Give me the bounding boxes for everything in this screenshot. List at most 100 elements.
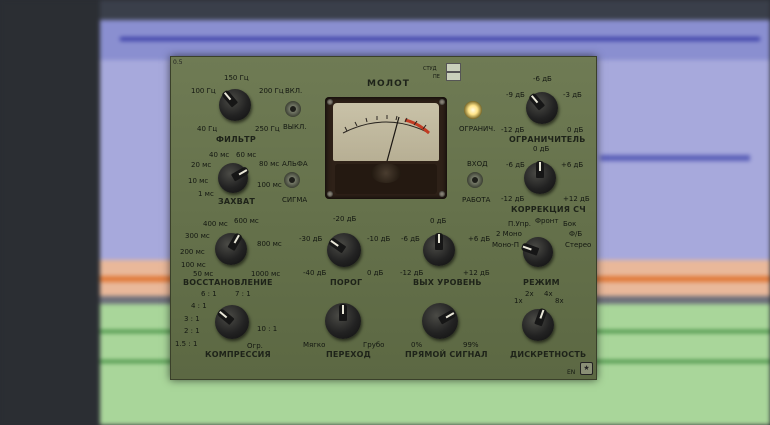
- output-tick: +6 дБ: [468, 235, 491, 243]
- dry-mix-knob[interactable]: [422, 303, 458, 339]
- oversampling-knob[interactable]: [522, 307, 554, 341]
- oversample-tick: 4х: [544, 290, 553, 298]
- threshold-tick: 0 дБ: [367, 269, 384, 277]
- attack-tick: 60 мс: [236, 151, 257, 159]
- low-corr-tick: -12 дБ: [501, 195, 525, 203]
- ratio-tick: 4 : 1: [191, 302, 207, 310]
- oversampling-title: ДИСКРЕТНОСТЬ: [510, 350, 587, 359]
- filter-tick: 40 Гц: [197, 125, 218, 133]
- ratio-title: КОМПРЕССИЯ: [205, 350, 271, 359]
- mode-tick: 2 Моно: [496, 230, 522, 238]
- transition-tick: Мягко: [303, 341, 326, 349]
- low-corr-tick: -6 дБ: [506, 161, 525, 169]
- filter-knob[interactable]: [219, 89, 251, 121]
- input-label: ВХОД: [467, 160, 488, 168]
- output-tick: +12 дБ: [463, 269, 490, 277]
- logo-icon: ★: [580, 362, 593, 375]
- ratio-tick: 1.5 : 1: [175, 340, 198, 348]
- limit-indicator-lamp: [464, 101, 482, 119]
- filter-title: ФИЛЬТР: [216, 135, 256, 144]
- compressor-plugin-window: 0.5 СТУД ПЕ МОЛОТ 150 Гц 100 Гц 200 Гц 4…: [170, 56, 597, 380]
- release-tick: 200 мс: [180, 248, 205, 256]
- ratio-tick: 7 : 1: [235, 290, 251, 298]
- release-tick: 1000 мс: [251, 270, 281, 278]
- threshold-tick: -20 дБ: [333, 215, 357, 223]
- screw: [327, 99, 333, 105]
- low-corr-tick: 0 дБ: [533, 145, 550, 153]
- mode-tick: Бок: [563, 220, 577, 228]
- low-correction-title: КОРРЕКЦИЯ СЧ: [511, 205, 586, 214]
- vu-meter-scale: [342, 115, 431, 161]
- power-switch[interactable]: [285, 101, 301, 117]
- daw-waveform: [600, 155, 750, 161]
- low-corr-tick: +6 дБ: [561, 161, 584, 169]
- daw-lane: [100, 0, 770, 20]
- ratio-knob[interactable]: [215, 305, 249, 339]
- attack-knob[interactable]: [218, 163, 250, 193]
- release-tick: 50 мс: [193, 270, 214, 278]
- mode-tick: П.Упр.: [508, 220, 531, 228]
- threshold-knob[interactable]: [327, 233, 361, 267]
- output-tick: -6 дБ: [401, 235, 420, 243]
- vu-meter-face: [333, 103, 439, 161]
- header-small-label-2: ПЕ: [433, 74, 440, 80]
- header-small-label-1: СТУД: [423, 66, 437, 72]
- filter-tick: 200 Гц: [259, 87, 284, 95]
- dry-mix-tick: 99%: [463, 341, 479, 349]
- sigma-label: СИГМА: [282, 196, 308, 204]
- limiter-tick: -9 дБ: [506, 91, 525, 99]
- screw: [327, 191, 333, 197]
- dry-mix-title: ПРЯМОЙ СИГНАЛ: [405, 350, 488, 359]
- filter-tick: 100 Гц: [191, 87, 216, 95]
- limiter-tick: 0 дБ: [567, 126, 584, 134]
- in-work-switch[interactable]: [467, 172, 483, 188]
- vu-meter-pivot: [371, 163, 401, 183]
- transition-tick: Грубо: [363, 341, 385, 349]
- threshold-tick: -40 дБ: [303, 269, 327, 277]
- alpha-sigma-switch[interactable]: [284, 172, 300, 188]
- mode-tick: Моно-П: [492, 241, 519, 249]
- vu-meter: [325, 97, 447, 199]
- release-title: ВОССТАНОВЛЕНИЕ: [183, 278, 273, 287]
- release-knob[interactable]: [215, 232, 247, 265]
- low-corr-tick: +12 дБ: [563, 195, 590, 203]
- daw-waveform: [120, 37, 760, 41]
- attack-tick: 40 мс: [209, 151, 230, 159]
- threshold-tick: -10 дБ: [367, 235, 391, 243]
- screw: [439, 99, 445, 105]
- ratio-tick: 10 : 1: [257, 325, 278, 333]
- ratio-tick: 3 : 1: [184, 315, 200, 323]
- release-tick: 600 мс: [234, 217, 259, 225]
- limiter-knob[interactable]: [526, 92, 558, 124]
- plugin-title: МОЛОТ: [367, 79, 410, 89]
- low-correction-knob[interactable]: [524, 161, 556, 194]
- filter-tick: 250 Гц: [255, 125, 280, 133]
- output-tick: -12 дБ: [400, 269, 424, 277]
- output-knob[interactable]: [423, 233, 455, 266]
- limiter-title: ОГРАНИЧИТЕЛЬ: [509, 135, 586, 144]
- mode-knob[interactable]: [520, 237, 553, 267]
- limit-lamp-label: ОГРАНИЧ.: [459, 125, 496, 133]
- limiter-tick: -3 дБ: [563, 91, 582, 99]
- ratio-tick: Огр.: [247, 342, 263, 350]
- attack-title: ЗАХВАТ: [218, 197, 255, 206]
- attack-tick: 20 мс: [191, 161, 212, 169]
- release-tick: 800 мс: [257, 240, 282, 248]
- output-title: ВЫХ УРОВЕНЬ: [413, 278, 482, 287]
- threshold-title: ПОРОГ: [330, 278, 363, 287]
- release-tick: 400 мс: [203, 220, 228, 228]
- header-toggle-2[interactable]: [446, 72, 461, 81]
- power-on-label: ВКЛ.: [285, 87, 303, 95]
- mode-title: РЕЖИМ: [523, 278, 560, 287]
- oversample-tick: 8х: [555, 297, 564, 305]
- header-toggle-1[interactable]: [446, 63, 461, 72]
- language-label[interactable]: EN: [567, 369, 575, 377]
- mode-tick: Фронт: [535, 217, 559, 225]
- power-off-label: ВЫКЛ.: [283, 123, 307, 131]
- attack-tick: 100 мс: [257, 181, 282, 189]
- daw-track-list: [0, 0, 100, 425]
- attack-tick: 1 мс: [198, 190, 214, 198]
- transition-knob[interactable]: [325, 303, 361, 339]
- mode-tick: Стерео: [565, 241, 592, 249]
- output-tick: 0 дБ: [430, 217, 447, 225]
